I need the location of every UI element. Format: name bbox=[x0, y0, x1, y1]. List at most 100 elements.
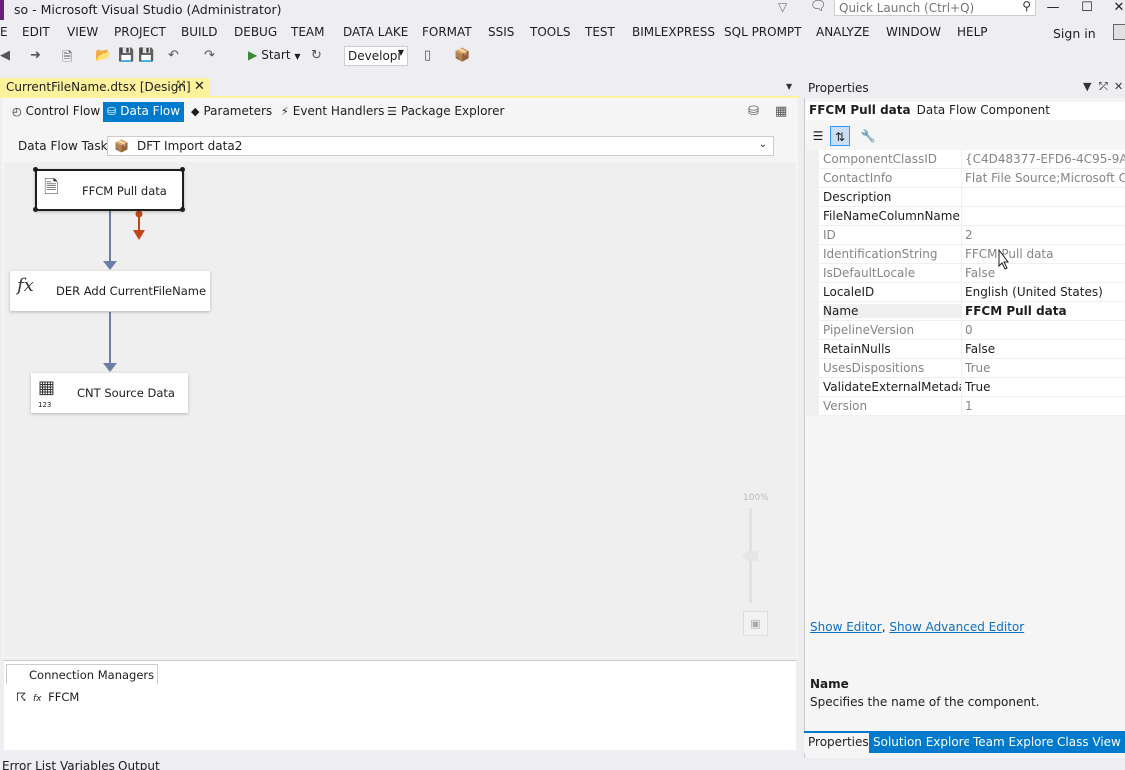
menu-help[interactable]: HELP bbox=[957, 25, 988, 39]
feedback-icon[interactable]: 🗨 bbox=[810, 0, 827, 14]
alphabetical-icon[interactable]: ⇅ bbox=[830, 126, 850, 146]
design-canvas[interactable]: 🗎 FFCM Pull data fx DER Add CurrentFileN… bbox=[4, 162, 796, 657]
zoom-level: 100% bbox=[743, 493, 769, 503]
tab-parameters[interactable]: ◆ Parameters bbox=[187, 102, 276, 122]
menu-file[interactable]: E bbox=[0, 25, 8, 39]
new-project-icon[interactable]: 🗎 bbox=[62, 48, 72, 70]
close-icon[interactable]: ✕ bbox=[1114, 80, 1123, 93]
back-icon[interactable]: ◀ bbox=[0, 48, 10, 63]
chevron-down-icon: ▼ bbox=[397, 48, 404, 57]
minimize-button[interactable]: — bbox=[1038, 0, 1068, 15]
menu-test[interactable]: TEST bbox=[585, 25, 615, 39]
object-selector[interactable]: FFCM Pull data Data Flow Component bbox=[806, 102, 1125, 120]
property-row[interactable]: IsDefaultLocale False bbox=[806, 264, 1125, 283]
refresh-icon[interactable]: ↻ bbox=[311, 48, 322, 63]
close-tab-icon[interactable]: ✕ bbox=[194, 79, 205, 94]
tab-error-list[interactable]: Error List bbox=[2, 759, 56, 770]
tab-event-handlers[interactable]: ⚡ Event Handlers bbox=[277, 102, 388, 122]
toolbox-icon[interactable]: ▦ bbox=[775, 104, 787, 119]
resize-handle[interactable] bbox=[180, 167, 185, 172]
tab-class-view[interactable]: Class View bbox=[1053, 733, 1125, 753]
property-row[interactable]: PipelineVersion 0 bbox=[806, 321, 1125, 340]
description-title: Name bbox=[810, 677, 849, 691]
quick-launch[interactable]: ⚲ bbox=[834, 0, 1036, 16]
tab-solution-explorer[interactable]: Solution Explorer bbox=[869, 733, 980, 753]
flat-file-source-icon: 🗎 bbox=[44, 177, 59, 198]
menu-view[interactable]: VIEW bbox=[67, 25, 98, 39]
sign-in-link[interactable]: Sign in bbox=[1053, 26, 1096, 41]
device-icon[interactable]: ▯ bbox=[424, 48, 431, 63]
zoom-to-fit-button[interactable]: ▣ bbox=[743, 611, 768, 636]
property-row[interactable]: ID 2 bbox=[806, 226, 1125, 245]
tab-team-explorer[interactable]: Team Explorer bbox=[969, 733, 1063, 753]
menu-bimlexpress[interactable]: BIMLEXPRESS bbox=[632, 25, 715, 39]
property-row[interactable]: Description bbox=[806, 188, 1125, 207]
tab-package-explorer[interactable]: ☰ Package Explorer bbox=[383, 102, 508, 122]
property-row[interactable]: RetainNulls False bbox=[806, 340, 1125, 359]
connection-icon: ☈ bbox=[16, 690, 27, 704]
show-editor-link[interactable]: Show Editor bbox=[810, 620, 882, 634]
property-row-selected[interactable]: Name FFCM Pull data bbox=[806, 302, 1125, 321]
menu-edit[interactable]: EDIT bbox=[22, 25, 50, 39]
connection-manager-ffcm[interactable]: ☈ fx FFCM bbox=[16, 690, 79, 704]
component-ffcm-pull-data[interactable]: 🗎 FFCM Pull data bbox=[35, 169, 184, 211]
property-row[interactable]: Version 1 bbox=[806, 397, 1125, 416]
menu-sql-prompt[interactable]: SQL PROMPT bbox=[724, 25, 802, 39]
ssis-toolbox-icon[interactable]: 📦 bbox=[454, 48, 470, 63]
chevron-down-icon[interactable]: ▼ bbox=[1083, 80, 1091, 93]
save-icon[interactable]: 💾 bbox=[118, 48, 134, 63]
connection-managers-tab[interactable]: Connection Managers bbox=[6, 664, 158, 684]
component-der-add-currentfilename[interactable]: fx DER Add CurrentFileName bbox=[10, 271, 210, 311]
undo-icon[interactable]: ↶ bbox=[168, 48, 179, 63]
error-output-arrow-icon[interactable] bbox=[132, 208, 146, 242]
property-row[interactable]: FileNameColumnName bbox=[806, 207, 1125, 226]
property-row[interactable]: IdentificationString FFCM Pull data bbox=[806, 245, 1125, 264]
property-row[interactable]: ContactInfoFlat File Source;Microsoft Co… bbox=[806, 169, 1125, 188]
resize-handle[interactable] bbox=[33, 167, 38, 172]
quick-launch-input[interactable] bbox=[835, 0, 1015, 15]
start-button[interactable]: ▶ Start ▼ bbox=[248, 48, 301, 62]
document-list-chevron-icon[interactable]: ▼ bbox=[786, 82, 792, 91]
solution-configuration-select[interactable]: Developi ▼ bbox=[344, 46, 408, 66]
component-cnt-source-data[interactable]: ▦ 123 CNT Source Data bbox=[31, 373, 188, 413]
tab-output[interactable]: Output bbox=[118, 759, 160, 770]
variables-icon[interactable]: ⛁ bbox=[748, 104, 759, 119]
menu-team[interactable]: TEAM bbox=[291, 25, 324, 39]
tab-data-flow[interactable]: ⛁ Data Flow bbox=[103, 102, 185, 122]
resize-handle[interactable] bbox=[180, 207, 185, 212]
menu-analyze[interactable]: ANALYZE bbox=[816, 25, 870, 39]
tab-properties[interactable]: Properties bbox=[804, 733, 873, 753]
menu-project[interactable]: PROJECT bbox=[114, 25, 166, 39]
save-all-icon[interactable]: 💾 bbox=[138, 48, 154, 63]
forward-icon[interactable]: ➜ bbox=[30, 48, 41, 63]
event-handlers-icon: ⚡ bbox=[281, 105, 289, 118]
close-window-button[interactable]: ✕ bbox=[1104, 0, 1125, 15]
redo-icon[interactable]: ↷ bbox=[204, 48, 215, 63]
menu-tools[interactable]: TOOLS bbox=[530, 25, 571, 39]
pin-icon[interactable]: ⤱ bbox=[177, 80, 185, 91]
open-icon[interactable]: 📂 bbox=[95, 48, 111, 63]
pin-icon[interactable]: ⤱ bbox=[1099, 80, 1108, 94]
maximize-button[interactable]: ☐ bbox=[1072, 0, 1102, 15]
menu-ssis[interactable]: SSIS bbox=[488, 25, 514, 39]
menu-build[interactable]: BUILD bbox=[181, 25, 217, 39]
document-tab[interactable]: CurrentFileName.dtsx [Design] ⤱ ✕ bbox=[0, 78, 210, 97]
notifications-icon[interactable]: ▽ bbox=[778, 0, 787, 14]
resize-handle[interactable] bbox=[33, 207, 38, 212]
categorized-icon[interactable]: ☰ bbox=[808, 126, 828, 146]
property-row[interactable]: UsesDispositions True bbox=[806, 359, 1125, 378]
menu-debug[interactable]: DEBUG bbox=[234, 25, 277, 39]
property-row[interactable]: LocaleID English (United States) bbox=[806, 283, 1125, 302]
property-row[interactable]: ComponentClassID{C4D48377-EFD6-4C95-9A0B… bbox=[806, 150, 1125, 169]
menu-window[interactable]: WINDOW bbox=[886, 25, 941, 39]
tab-variables[interactable]: Variables bbox=[60, 759, 115, 770]
menu-data-lake[interactable]: DATA LAKE bbox=[343, 25, 408, 39]
search-icon[interactable]: ⚲ bbox=[1022, 0, 1031, 13]
data-flow-task-select[interactable]: 📦 DFT Import data2 ⌄ bbox=[107, 136, 774, 156]
property-pages-icon[interactable]: 🔧 bbox=[858, 126, 878, 146]
menu-format[interactable]: FORMAT bbox=[422, 25, 472, 39]
show-advanced-editor-link[interactable]: Show Advanced Editor bbox=[889, 620, 1024, 634]
tab-control-flow[interactable]: ◴ Control Flow bbox=[8, 102, 104, 122]
avatar[interactable] bbox=[1113, 24, 1125, 40]
property-row[interactable]: ValidateExternalMetadataTrue bbox=[806, 378, 1125, 397]
